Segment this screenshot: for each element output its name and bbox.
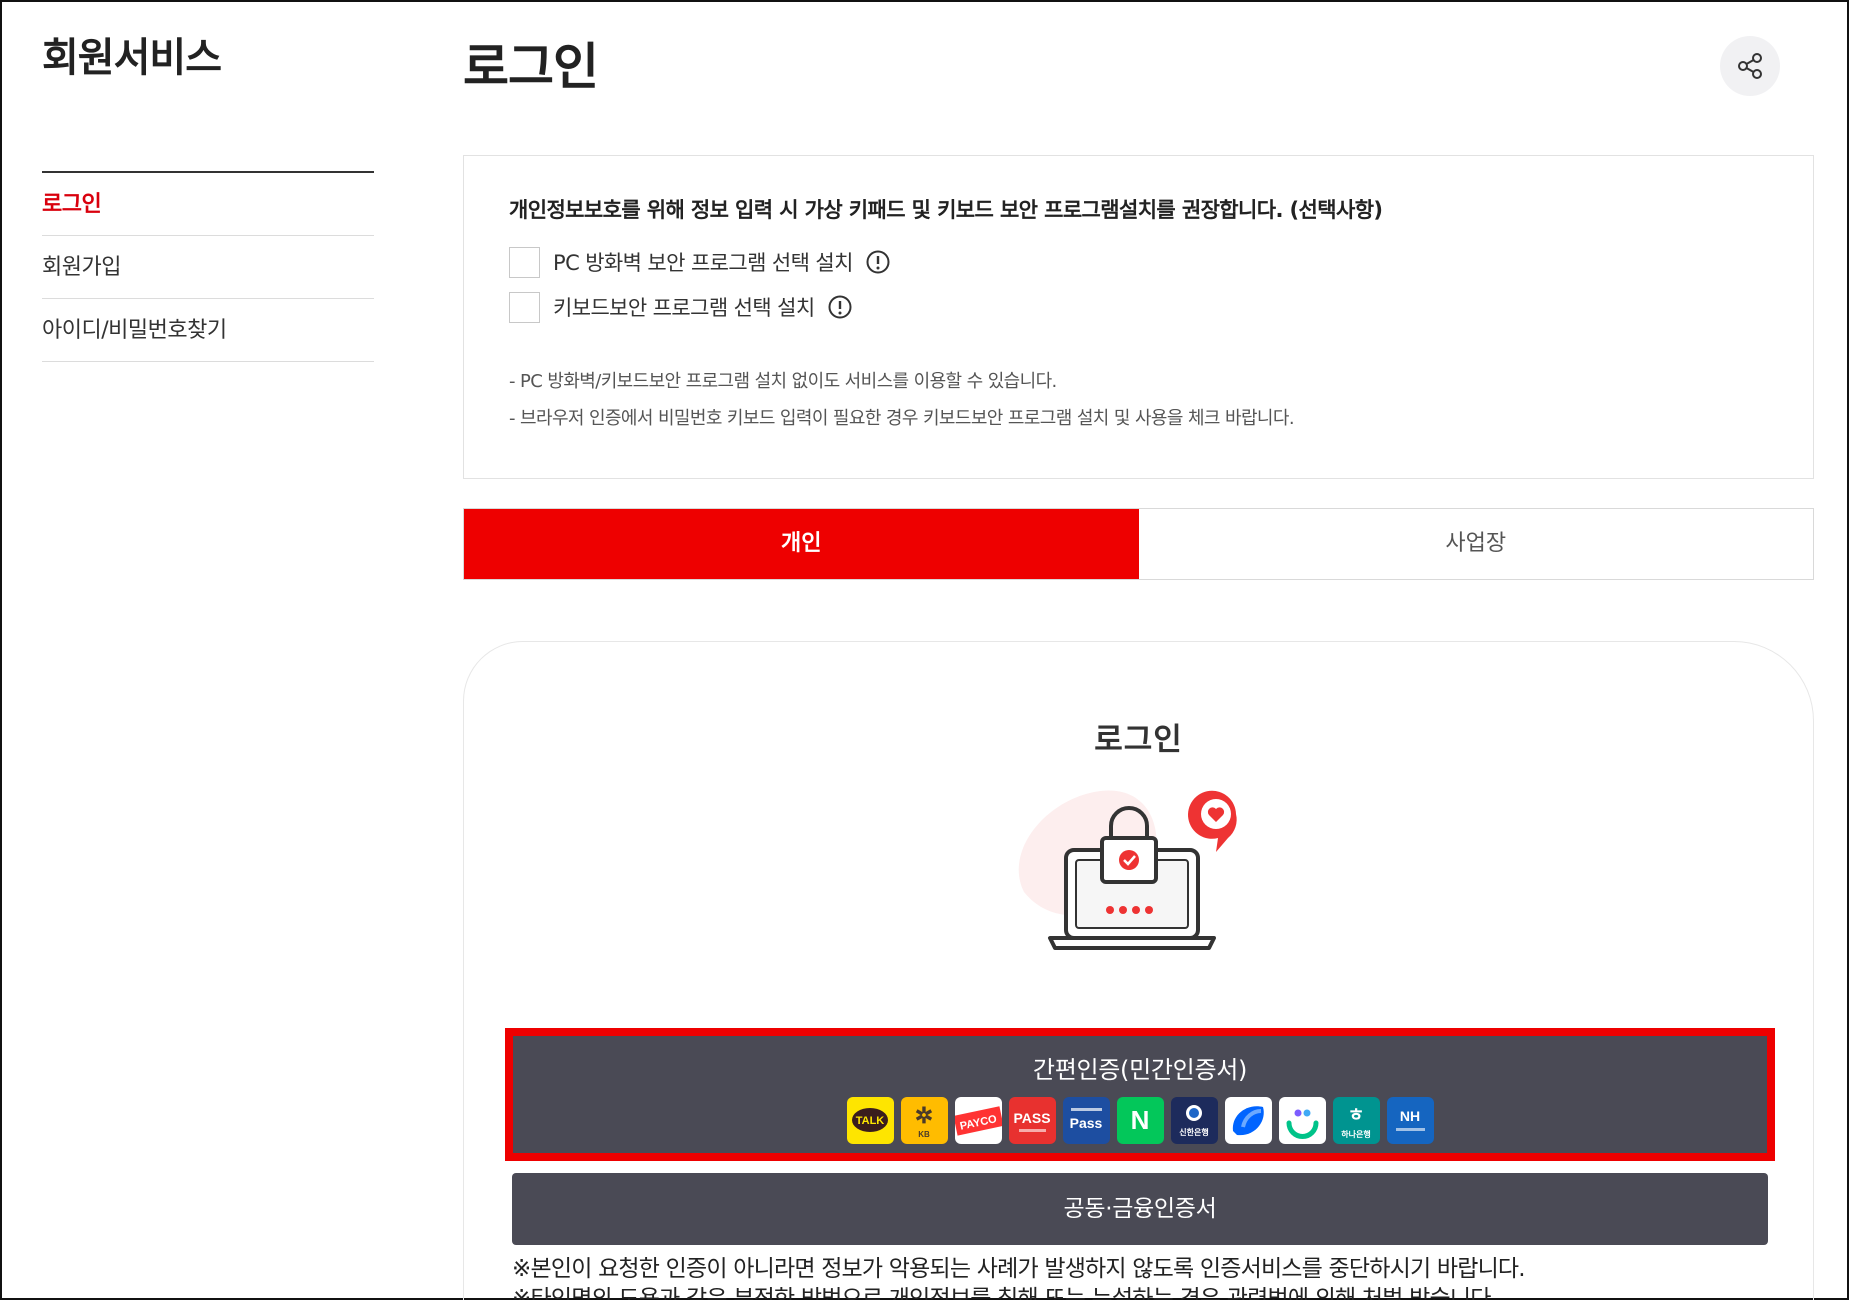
naver-text: N bbox=[1130, 1105, 1149, 1135]
warning-line: ※타인명의 도용과 같은 부정한 방법으로 개인정보를 침해 또는 누설하는 경… bbox=[512, 1286, 1498, 1300]
login-card-title: 로그인 bbox=[1094, 722, 1183, 758]
kakao-talk-text: TALK bbox=[856, 1115, 885, 1127]
member-type-tabs: 개인 사업장 bbox=[463, 508, 1814, 580]
nh-bank-icon[interactable]: NH bbox=[1386, 1097, 1434, 1144]
share-button[interactable] bbox=[1720, 36, 1780, 96]
sidebar-item-find-id-password[interactable]: 아이디/비밀번호찾기 bbox=[42, 299, 374, 362]
notice-bullet: - 브라우저 인증에서 비밀번호 키보드 입력이 필요한 경우 키보드보안 프로… bbox=[509, 408, 1295, 429]
samsung-pass-text: Pass bbox=[1069, 1115, 1102, 1131]
share-icon bbox=[1738, 53, 1762, 79]
kakao-talk-icon[interactable]: TALK bbox=[846, 1097, 894, 1144]
toss-icon[interactable] bbox=[1224, 1097, 1272, 1144]
notice-bullets: - PC 방화벽/키보드보안 프로그램 설치 없이도 서비스를 이용할 수 있습… bbox=[509, 363, 1768, 437]
warning-line: ※본인이 요청한 인증이 아니라면 정보가 악용되는 사례가 발생하지 않도록 … bbox=[512, 1256, 1526, 1282]
pass-icon[interactable]: PASS bbox=[1008, 1097, 1056, 1144]
main-content: 로그인 개인정보보호를 위해 정보 입력 시 가상 키패드 및 키보드 보안 프… bbox=[463, 32, 1814, 1300]
warning-text: ※본인이 요청한 인증이 아니라면 정보가 악용되는 사례가 발생하지 않도록 … bbox=[512, 1254, 1526, 1300]
keyboard-security-checkbox[interactable] bbox=[509, 291, 540, 323]
svg-text:✲: ✲ bbox=[915, 1103, 933, 1128]
firewall-option-label: PC 방화벽 보안 프로그램 선택 설치 bbox=[553, 251, 853, 275]
notice-bullet-text: 브라우저 인증에서 비밀번호 키보드 입력이 필요한 경우 키보드보안 프로그램… bbox=[520, 408, 1295, 429]
shinhan-bank-text: 신한은행 bbox=[1179, 1127, 1208, 1137]
firewall-option-row: PC 방화벽 보안 프로그램 선택 설치 bbox=[509, 246, 1768, 278]
notice-bullet-text: PC 방화벽/키보드보안 프로그램 설치 없이도 서비스를 이용할 수 있습니다… bbox=[520, 371, 1057, 392]
sidebar: 회원서비스 로그인 회원가입 아이디/비밀번호찾기 bbox=[42, 32, 374, 362]
svg-text:ㅎ: ㅎ bbox=[1347, 1105, 1364, 1126]
tab-business[interactable]: 사업장 bbox=[1139, 509, 1814, 579]
laptop-lock-illustration bbox=[1018, 790, 1237, 950]
pass-text: PASS bbox=[1013, 1110, 1050, 1126]
simple-auth-label: 간편인증(민간인증서) bbox=[1032, 1056, 1248, 1084]
page-title: 로그인 bbox=[463, 38, 599, 96]
kb-bank-text: KB bbox=[918, 1130, 930, 1139]
tab-individual[interactable]: 개인 bbox=[464, 509, 1139, 579]
payco-icon[interactable]: PAYCO bbox=[954, 1097, 1002, 1144]
keyboard-security-option-row: 키보드보안 프로그램 선택 설치 bbox=[509, 291, 1768, 323]
security-notice-box: 개인정보보호를 위해 정보 입력 시 가상 키패드 및 키보드 보안 프로그램설… bbox=[463, 155, 1814, 479]
notice-bullet: - PC 방화벽/키보드보안 프로그램 설치 없이도 서비스를 이용할 수 있습… bbox=[509, 371, 1057, 392]
naver-icon[interactable]: N bbox=[1116, 1097, 1164, 1144]
shinhan-bank-icon[interactable]: 신한은행 bbox=[1170, 1097, 1218, 1144]
auth-provider-icons: TALK ✲ KB PAYCO PASS Pass N 신한은행 ㅎ 하나은행 … bbox=[513, 1097, 1767, 1144]
banksalad-icon[interactable] bbox=[1278, 1097, 1326, 1144]
hana-bank-text: 하나은행 bbox=[1341, 1129, 1370, 1139]
nh-bank-text: NH bbox=[1399, 1108, 1419, 1124]
sidebar-item-login[interactable]: 로그인 bbox=[42, 173, 374, 236]
firewall-checkbox[interactable] bbox=[509, 246, 540, 278]
kb-bank-icon[interactable]: ✲ KB bbox=[900, 1097, 948, 1144]
keyboard-security-option-label: 키보드보안 프로그램 선택 설치 bbox=[553, 296, 815, 320]
login-card: 로그인 간편인증(민간인증서) TALK ✲ KB PAYCO PASS Pas… bbox=[463, 641, 1814, 1300]
security-notice-heading: 개인정보보호를 위해 정보 입력 시 가상 키패드 및 키보드 보안 프로그램설… bbox=[509, 198, 1383, 222]
simple-auth-button[interactable]: 간편인증(민간인증서) TALK ✲ KB PAYCO PASS Pass N … bbox=[505, 1028, 1775, 1161]
sidebar-title: 회원서비스 bbox=[42, 35, 222, 81]
joint-financial-cert-button[interactable]: 공동·금융인증서 bbox=[512, 1173, 1768, 1245]
hana-bank-icon[interactable]: ㅎ 하나은행 bbox=[1332, 1097, 1380, 1144]
sidebar-item-signup[interactable]: 회원가입 bbox=[42, 236, 374, 299]
samsung-pass-icon[interactable]: Pass bbox=[1062, 1097, 1110, 1144]
firewall-info-icon[interactable] bbox=[865, 249, 891, 275]
keyboard-security-info-icon[interactable] bbox=[827, 294, 853, 320]
